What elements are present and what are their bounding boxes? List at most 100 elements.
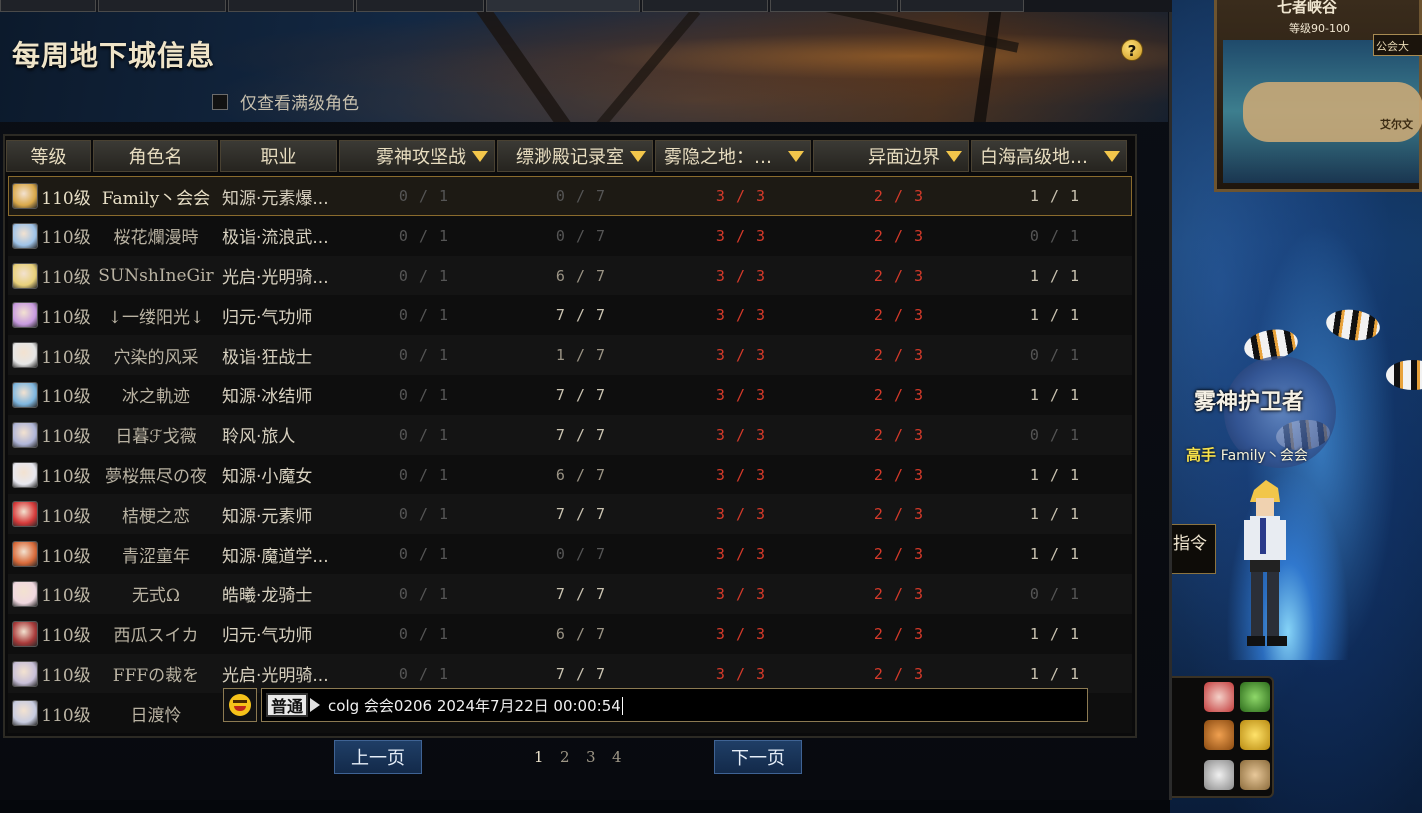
page-number[interactable]: 2 [560, 748, 586, 766]
table-row[interactable]: 110级 日暮ℱ戈薇 聆风·旅人 0 / 1 7 / 7 3 / 3 2 / 3 0 / 1 [8, 414, 1132, 455]
companion-icon[interactable] [1204, 760, 1234, 790]
player-character-sprite[interactable] [1236, 480, 1294, 652]
page-number[interactable]: 3 [586, 748, 612, 766]
table-row[interactable]: 110级 无式Ω 皓曦·龙骑士 0 / 1 7 / 7 3 / 3 2 / 3 0 / 1 [8, 573, 1132, 614]
next-page-button[interactable]: 下一页 [714, 740, 802, 774]
column-header-dungeon-4[interactable]: 异面边界 [813, 140, 969, 172]
dungeon-progress-cell: 3 / 3 [662, 375, 820, 415]
book-icon[interactable] [1240, 760, 1270, 790]
job-cell: 知源·元素爆... [222, 176, 338, 216]
table-row[interactable]: 110级 SUNshΙneGir 光启·光明骑... 0 / 1 6 / 7 3 / 3 2… [8, 255, 1132, 296]
guild-icon[interactable] [1240, 682, 1270, 712]
character-name-cell: 夢桜無尽の夜 [94, 455, 218, 495]
tab[interactable] [900, 0, 1024, 12]
chat-input[interactable]: 普通 colg 会会0206 2024年7月22日 00:00:54 [261, 688, 1088, 722]
tab[interactable] [228, 0, 354, 12]
home-icon[interactable] [1204, 720, 1234, 750]
column-header-name[interactable]: 角色名 [93, 140, 218, 172]
table-row[interactable]: 110级 西瓜スイカ 归元·气功师 0 / 1 6 / 7 3 / 3 2 / 3 1 / 1 [8, 613, 1132, 654]
prev-page-button[interactable]: 上一页 [334, 740, 422, 774]
dungeon-progress-cell: 2 / 3 [820, 295, 978, 335]
dropdown-arrow-icon[interactable] [1104, 150, 1120, 162]
dungeon-progress-cell-text: 2 / 3 [873, 385, 925, 404]
dungeon-progress-cell: 0 / 1 [346, 614, 502, 654]
dropdown-arrow-icon[interactable] [788, 150, 804, 162]
column-header-dungeon-2[interactable]: 缥渺殿记录室 [497, 140, 653, 172]
max-level-filter[interactable]: 仅查看满级角色 [212, 89, 359, 114]
character-name-cell: 桔梗之恋 [94, 494, 218, 534]
dungeon-progress-cell: 1 / 1 [980, 256, 1130, 296]
level-cell-text: 110级 [42, 347, 90, 368]
command-button[interactable]: 指令 [1166, 524, 1216, 574]
dropdown-arrow-icon[interactable] [630, 150, 646, 162]
tab-active[interactable] [486, 0, 640, 12]
chat-input-bar[interactable]: 普通 colg 会会0206 2024年7月22日 00:00:54 [223, 688, 1088, 722]
character-name-cell-text: 青涩童年 [122, 546, 190, 567]
table-row[interactable]: 110级 夢桜無尽の夜 知源·小魔女 0 / 1 6 / 7 3 / 3 2 / 3 1 / … [8, 454, 1132, 495]
minimap-parchment [1243, 82, 1422, 142]
table-row[interactable]: 110级 冰之軌迹 知源·冰结师 0 / 1 7 / 7 3 / 3 2 / 3 1 / 1 [8, 374, 1132, 415]
text-caret [621, 697, 623, 715]
column-header-dungeon-1[interactable]: 雾神攻坚战 [339, 140, 495, 172]
tab[interactable] [770, 0, 898, 12]
table-row[interactable]: 110级 Family丶会会 知源·元素爆... 0 / 1 0 / 7 3 / 3 2 /… [8, 176, 1132, 216]
level-cell-text: 110级 [42, 427, 90, 448]
avatar-cell [12, 574, 40, 614]
tab[interactable] [356, 0, 484, 12]
banner-decoration [589, 12, 701, 122]
dungeon-progress-cell-text: 0 / 1 [398, 306, 450, 325]
job-cell: 知源·冰结师 [222, 375, 338, 415]
tab[interactable] [642, 0, 768, 12]
dungeon-progress-cell: 3 / 3 [662, 574, 820, 614]
character-name-cell: 日渡怜 [94, 693, 218, 733]
dropdown-arrow-icon[interactable] [946, 150, 962, 162]
page-number[interactable]: 4 [612, 748, 638, 766]
player-nameplate[interactable]: 高手 Family丶会会 [1186, 444, 1308, 465]
level-cell: 110级 [42, 335, 90, 375]
guardian-title: 雾神护卫者 [1194, 390, 1305, 415]
tab[interactable] [98, 0, 226, 12]
dungeon-progress-cell-text: 3 / 3 [715, 346, 767, 365]
column-header-label: 雾神攻坚战 [376, 147, 466, 168]
dungeon-progress-cell: 0 / 1 [346, 375, 502, 415]
table-row[interactable]: 110级 桔梗之恋 知源·元素师 0 / 1 7 / 7 3 / 3 2 / 3 1 / 1 [8, 494, 1132, 535]
avatar-cell [12, 335, 40, 375]
crown-icon[interactable] [1240, 720, 1270, 750]
level-cell-text: 110级 [42, 387, 90, 408]
max-level-checkbox[interactable] [212, 93, 228, 110]
dungeon-progress-cell-text: 7 / 7 [555, 425, 607, 444]
dungeon-progress-cell: 0 / 1 [980, 335, 1130, 375]
table-row[interactable]: 110级 穴染的风采 极诣·狂战士 0 / 1 1 / 7 3 / 3 2 / 3 0 / 1 [8, 335, 1132, 375]
character-icon[interactable] [1204, 682, 1234, 712]
column-header-dungeon-3[interactable]: 雾隐之地：雾... [655, 140, 811, 172]
table-row[interactable]: 110级 桜花爛漫時 极诣·流浪武... 0 / 1 0 / 7 3 / 3 2 / 3 0 … [8, 215, 1132, 256]
table-row[interactable]: 110级 青涩童年 知源·魔道学... 0 / 1 0 / 7 3 / 3 2 / 3 1 /… [8, 534, 1132, 574]
dungeon-progress-cell: 0 / 1 [980, 574, 1130, 614]
dungeon-progress-cell-text: 7 / 7 [555, 505, 607, 524]
dungeon-progress-cell: 0 / 1 [346, 295, 502, 335]
emoji-button[interactable] [223, 688, 257, 722]
column-header-job[interactable]: 职业 [220, 140, 337, 172]
column-header-dungeon-5[interactable]: 白海高级地下... [971, 140, 1127, 172]
dungeon-progress-cell: 2 / 3 [820, 534, 978, 574]
table-row[interactable]: 110级 ↓一缕阳光↓ 归元·气功师 0 / 1 7 / 7 3 / 3 2 / 3 1 / … [8, 295, 1132, 336]
dungeon-progress-cell: 1 / 1 [980, 534, 1130, 574]
minimap[interactable]: 七者峡谷 等级90-100 公会大 艾尔文 [1214, 0, 1422, 192]
tab[interactable] [0, 0, 96, 12]
page-number[interactable]: 1 [534, 748, 560, 766]
character-name-cell-text: Family丶会会 [101, 188, 211, 209]
job-cell-text: 归元·气功师 [222, 307, 313, 328]
chat-channel-button[interactable]: 普通 [266, 693, 309, 717]
character-name-cell-text: FFFの裁を [112, 666, 200, 687]
dungeon-progress-cell: 2 / 3 [820, 335, 978, 375]
column-header-level[interactable]: 等级 [6, 140, 91, 172]
page-numbers: 1234 [534, 748, 638, 766]
help-icon[interactable]: ? [1121, 39, 1143, 61]
dungeon-progress-cell: 3 / 3 [662, 415, 820, 455]
dungeon-progress-cell-text: 2 / 3 [873, 465, 925, 484]
dungeon-progress-cell: 2 / 3 [820, 415, 978, 455]
dropdown-arrow-icon[interactable] [472, 150, 488, 162]
dungeon-progress-cell-text: 2 / 3 [873, 346, 925, 365]
minimap-guild-button[interactable]: 公会大 [1373, 34, 1422, 56]
dungeon-progress-cell-text: 2 / 3 [873, 584, 925, 603]
